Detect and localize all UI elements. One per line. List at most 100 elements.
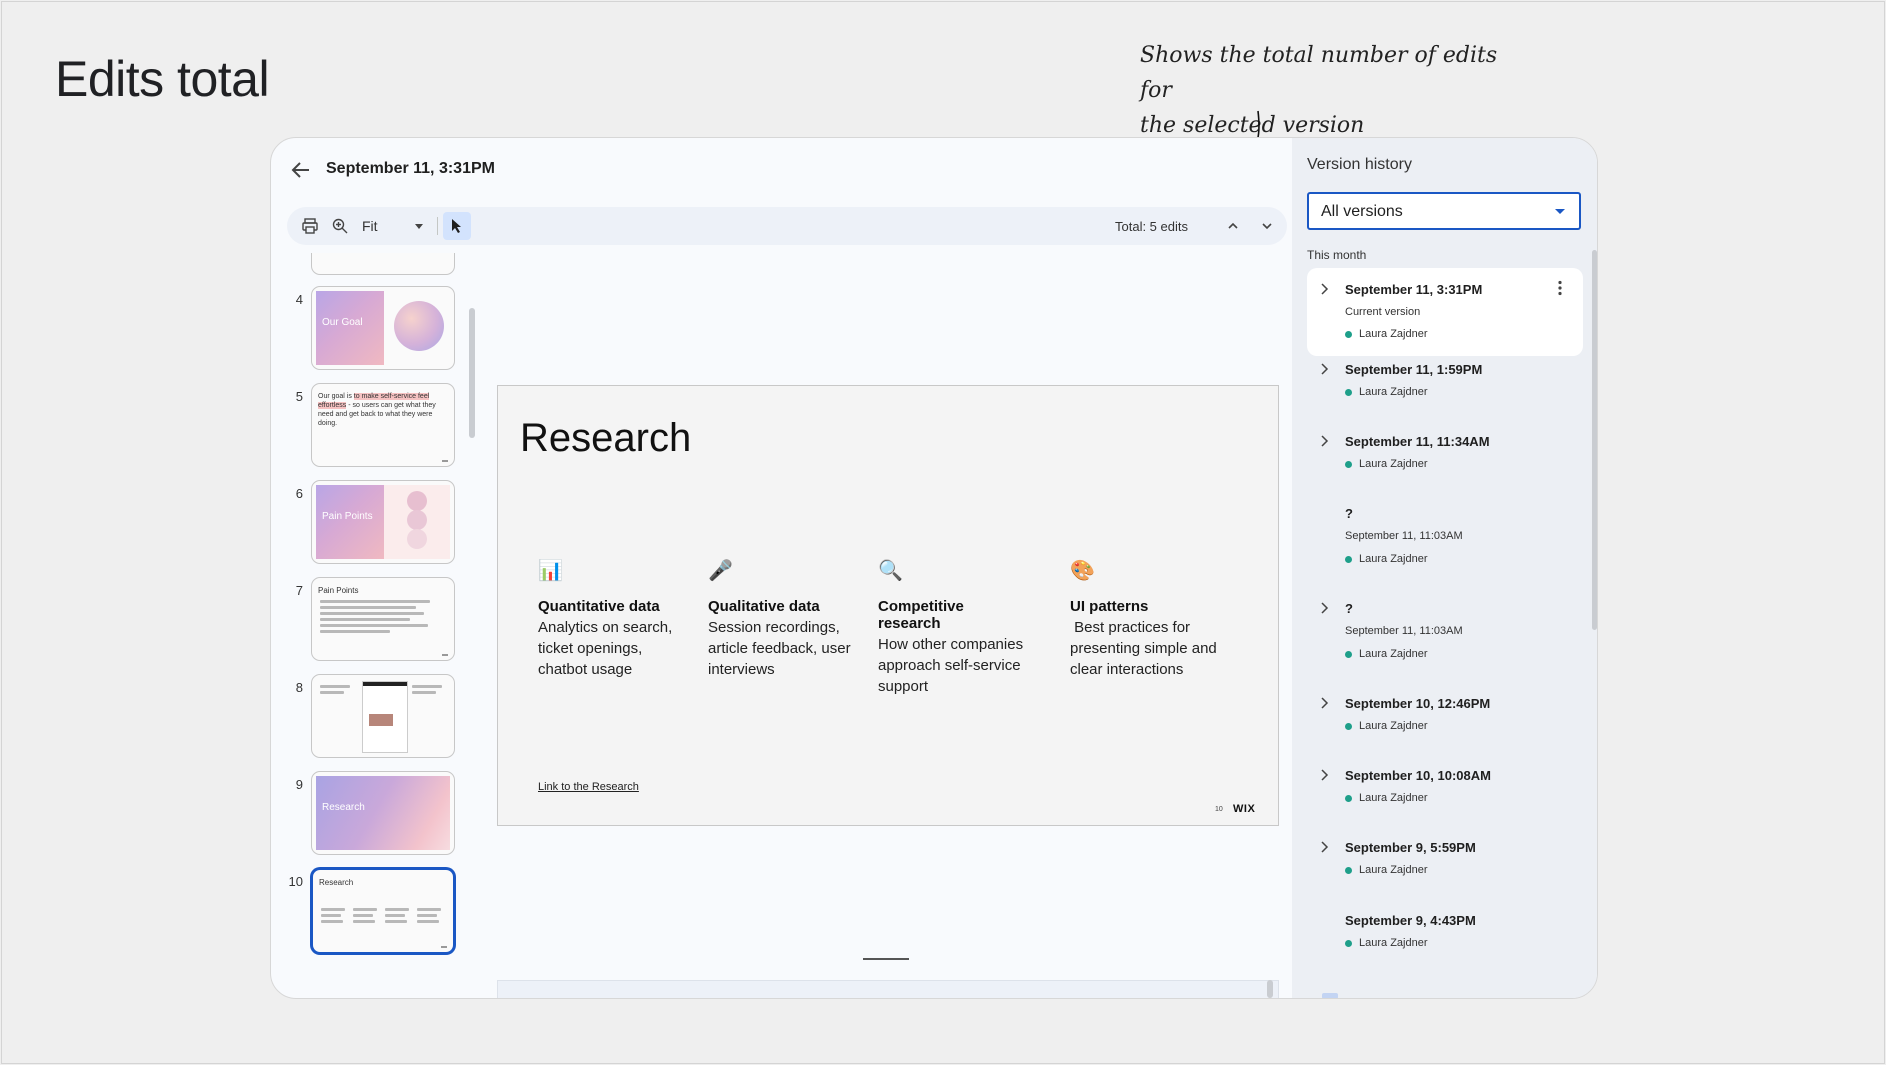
thumbnail-gradient	[316, 776, 450, 850]
version-history-title: Version history	[1307, 156, 1412, 173]
version-author: Laura Zajdner	[1345, 458, 1428, 470]
version-item[interactable]: ? September 11, 11:03AM Laura Zajdner	[1307, 506, 1583, 586]
page-title: Edits total	[55, 51, 270, 107]
thumbnail-number: 4	[295, 292, 303, 307]
slide-page-number: 10	[1215, 806, 1223, 813]
print-icon[interactable]	[299, 215, 321, 237]
version-item-current[interactable]: September 11, 3:31PM Current version Lau…	[1307, 268, 1583, 356]
wix-logo: WIX	[1233, 803, 1256, 815]
zoom-in-icon[interactable]	[329, 215, 351, 237]
magnifier-icon: 🔍	[878, 560, 903, 582]
thumbnail-footer	[442, 460, 448, 462]
edits-total-label: Total: 5 edits	[1115, 219, 1188, 234]
version-history-panel: Version history All versions This month …	[1292, 138, 1597, 998]
thumbnail-screenshot-bar	[363, 682, 407, 686]
thumbnail-gradient	[316, 291, 384, 365]
thumbnail-lines	[385, 908, 413, 926]
thumbnail-number: 10	[288, 874, 303, 889]
zoom-select[interactable]: Fit	[362, 218, 378, 234]
slide-thumbnail[interactable]	[311, 253, 455, 275]
chevron-up-icon[interactable]	[1223, 216, 1243, 236]
zoom-caret-icon[interactable]	[415, 224, 423, 229]
thumbnail-lines	[417, 908, 445, 926]
version-item[interactable]: September 11, 11:34AM Laura Zajdner	[1307, 434, 1583, 494]
version-item-peek	[1322, 993, 1338, 998]
slide-column-ui-patterns: 🎨 UI patterns Best practices for present…	[1070, 556, 1245, 680]
thumbnail-number: 5	[295, 389, 303, 404]
version-item[interactable]: September 9, 4:43PM Laura Zajdner	[1307, 913, 1583, 973]
thumbnail-number: 6	[295, 486, 303, 501]
version-author: Laura Zajdner	[1345, 864, 1428, 876]
notes-scrollbar[interactable]	[1267, 980, 1273, 998]
slide-thumbnail[interactable]: Pain Points	[311, 577, 455, 661]
version-item[interactable]: September 11, 1:59PM Laura Zajdner	[1307, 362, 1583, 422]
chevron-down-icon[interactable]	[1257, 216, 1277, 236]
doc-title: September 11, 3:31PM	[326, 160, 495, 177]
version-item[interactable]: September 10, 12:46PM Laura Zajdner	[1307, 696, 1583, 756]
slide-thumbnail[interactable]: Research	[311, 771, 455, 855]
version-subtitle: September 11, 11:03AM	[1345, 625, 1463, 637]
thumbnail-label: Pain Points	[318, 586, 359, 595]
chevron-right-icon[interactable]	[1319, 362, 1329, 376]
slide-thumbnail[interactable]: Our Goal	[311, 286, 455, 370]
arrow-left-icon[interactable]	[289, 158, 313, 182]
version-author: Laura Zajdner	[1345, 792, 1428, 804]
version-item[interactable]: September 10, 10:08AM Laura Zajdner	[1307, 768, 1583, 828]
palette-icon: 🎨	[1070, 560, 1095, 582]
chevron-right-icon[interactable]	[1319, 696, 1329, 710]
version-title: September 10, 12:46PM	[1345, 696, 1491, 711]
thumbnail-lines	[353, 908, 381, 926]
thumbnail-lines	[321, 908, 349, 926]
version-item[interactable]: ? September 11, 11:03AM Laura Zajdner	[1307, 601, 1583, 681]
bar-chart-icon: 📊	[538, 560, 563, 582]
thumbnail-row-3[interactable]	[271, 253, 471, 277]
chevron-right-icon[interactable]	[1319, 768, 1329, 782]
slide-title: Research	[520, 416, 692, 460]
version-author: Laura Zajdner	[1345, 328, 1428, 340]
thumbnail-screenshot	[362, 681, 408, 753]
version-group-label: This month	[1307, 248, 1367, 262]
thumbnail-row-6[interactable]: 6 Pain Points	[271, 480, 471, 566]
slide-thumbnail-selected[interactable]: Research	[311, 868, 455, 954]
version-title: ?	[1345, 506, 1353, 521]
thumbnail-row-4[interactable]: 4 Our Goal	[271, 286, 471, 372]
thumbnail-label: Our Goal	[322, 317, 363, 328]
version-title: September 9, 4:43PM	[1345, 913, 1476, 928]
annotation-line-1: Shows the total number of edits for	[1140, 43, 1498, 103]
version-title: September 11, 11:34AM	[1345, 434, 1490, 449]
thumbnails-scrollbar[interactable]	[469, 308, 475, 438]
version-author: Laura Zajdner	[1345, 386, 1428, 398]
toolbar: Fit Total: 5 edits	[287, 207, 1287, 245]
slide-column-qualitative: 🎤 Qualitative data Session recordings, a…	[708, 556, 858, 680]
thumbnail-text: Our goal is to make self-service feel ef…	[318, 392, 448, 428]
chevron-right-icon[interactable]	[1319, 282, 1329, 296]
slide-column-body: Analytics on search, ticket openings, ch…	[538, 619, 673, 678]
thumbnail-row-10[interactable]: 10 Research	[271, 868, 471, 954]
thumbnail-lines	[412, 685, 448, 697]
slide-thumbnail[interactable]	[311, 674, 455, 758]
research-link[interactable]: Link to the Research	[538, 781, 639, 793]
slide-column-heading: UI patterns	[1070, 598, 1149, 615]
thumbnail-row-5[interactable]: 5 Our goal is to make self-service feel …	[271, 383, 471, 469]
cursor-icon[interactable]	[443, 212, 471, 240]
main-area: September 11, 3:31PM Fit Total: 5 edits	[271, 138, 1291, 998]
chevron-right-icon[interactable]	[1319, 434, 1329, 448]
slide-thumbnail[interactable]: Pain Points	[311, 480, 455, 564]
version-filter-select[interactable]: All versions	[1307, 192, 1581, 230]
thumbnail-row-7[interactable]: 7 Pain Points	[271, 577, 471, 663]
version-list-scrollbar[interactable]	[1592, 250, 1597, 630]
resize-handle[interactable]	[863, 958, 909, 960]
version-author: Laura Zajdner	[1345, 553, 1428, 565]
slide-thumbnail[interactable]: Our goal is to make self-service feel ef…	[311, 383, 455, 467]
chevron-right-icon[interactable]	[1319, 840, 1329, 854]
thumbnail-gradient	[316, 485, 384, 559]
version-subtitle: September 11, 11:03AM	[1345, 530, 1463, 542]
thumbnail-row-9[interactable]: 9 Research	[271, 771, 471, 857]
version-item[interactable]: September 9, 5:59PM Laura Zajdner	[1307, 840, 1583, 900]
thumbnail-number: 9	[295, 777, 303, 792]
caret-down-icon	[1555, 209, 1565, 214]
more-vert-icon[interactable]	[1557, 280, 1563, 296]
chevron-right-icon[interactable]	[1319, 601, 1329, 615]
thumbnail-row-8[interactable]: 8	[271, 674, 471, 760]
version-filter-value: All versions	[1321, 203, 1403, 220]
